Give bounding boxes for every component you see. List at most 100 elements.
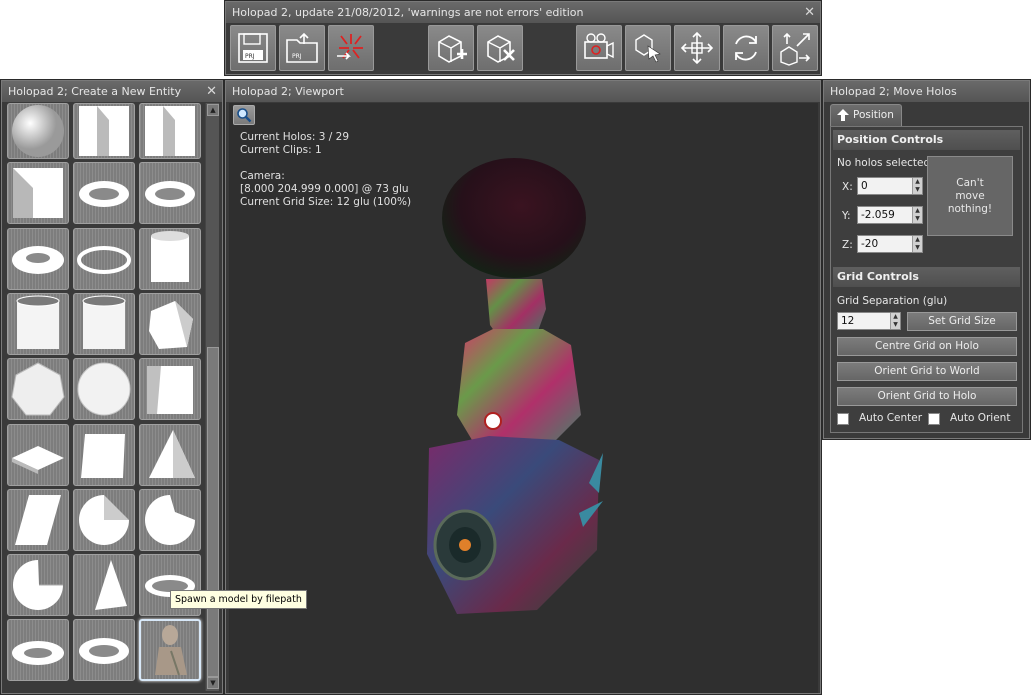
entity-button-tube[interactable] <box>73 292 135 355</box>
move-tool-button[interactable] <box>674 25 720 71</box>
select-tool-button[interactable] <box>625 25 671 71</box>
toolbar-window: Holopad 2, update 21/08/2012, 'warnings … <box>225 1 821 75</box>
tube-icon <box>82 295 126 349</box>
entity-button-sphere[interactable] <box>7 103 69 159</box>
spin-arrows-icon[interactable]: ▲ ▼ <box>912 207 922 223</box>
entity-window-title: Holopad 2; Create a New Entity <box>8 85 182 98</box>
entity-button-prism[interactable] <box>7 423 69 486</box>
centre-grid-button[interactable]: Centre Grid on Holo <box>837 337 1017 356</box>
viewport-canvas[interactable]: Current Holos: 3 / 29 Current Clips: 1 C… <box>229 103 818 693</box>
z-spinbox[interactable]: -20 ▲ ▼ <box>857 235 923 253</box>
set-grid-size-button[interactable]: Set Grid Size <box>907 312 1017 331</box>
torus-small-icon <box>12 641 64 666</box>
auto-orient-checkbox[interactable] <box>928 413 940 425</box>
orient-grid-world-button[interactable]: Orient Grid to World <box>837 362 1017 381</box>
new-project-button[interactable] <box>328 25 374 71</box>
cone-icon <box>95 560 127 611</box>
viewport-window-title: Holopad 2; Viewport <box>232 85 344 98</box>
move-holos-window-titlebar[interactable]: Holopad 2; Move Holos <box>824 81 1029 102</box>
spawn-model-tooltip: Spawn a model by filepath <box>170 590 307 609</box>
spin-arrows-icon[interactable]: ▲ ▼ <box>912 236 922 252</box>
wedge-cube-icon <box>147 366 193 415</box>
entity-button-cube-notch[interactable] <box>139 103 201 159</box>
icosphere-icon <box>11 362 65 416</box>
entity-button-quarter-sphere-large[interactable] <box>7 554 69 617</box>
entity-button-bust-model[interactable] <box>139 619 201 682</box>
entity-button-torus[interactable] <box>139 162 201 225</box>
scroll-down-arrow-icon[interactable]: ▼ <box>207 677 219 689</box>
entity-button-ring[interactable] <box>73 227 135 290</box>
rotate-tool-button[interactable] <box>723 25 769 71</box>
entity-button-dodecasphere[interactable] <box>73 358 135 421</box>
spin-arrows-icon[interactable]: ▲ ▼ <box>912 178 922 194</box>
toolbar-window-titlebar[interactable]: Holopad 2, update 21/08/2012, 'warnings … <box>226 2 820 23</box>
quarter-sphere-large-icon <box>13 560 63 611</box>
holo-model-render[interactable] <box>229 103 818 693</box>
x-spinbox[interactable]: 0 ▲ ▼ <box>857 177 923 195</box>
entity-button-cylinder[interactable] <box>139 227 201 290</box>
clip-camera-button[interactable] <box>576 25 622 71</box>
y-spinbox[interactable]: -2.059 ▲ ▼ <box>857 206 923 224</box>
delete-holo-button[interactable] <box>477 25 523 71</box>
open-project-button[interactable]: PRJ <box>279 25 325 71</box>
z-label: Z: <box>842 239 853 251</box>
cant-move-label: Can't move nothing! <box>947 176 993 215</box>
new-spark-icon <box>337 34 363 60</box>
cube-add-icon <box>438 35 467 63</box>
entity-window-titlebar[interactable]: Holopad 2; Create a New Entity ✕ <box>2 81 222 102</box>
entity-button-cone[interactable] <box>73 554 135 617</box>
x-value: 0 <box>861 180 868 192</box>
viewport-window: Holopad 2; Viewport Current Holos: 3 / 2… <box>225 80 821 694</box>
auto-center-label: Auto Center <box>859 412 923 424</box>
entity-button-quarter-sphere[interactable] <box>139 488 201 551</box>
scale-tool-button[interactable] <box>772 25 818 71</box>
entity-button-cube-wedge[interactable] <box>7 162 69 225</box>
auto-center-checkbox[interactable] <box>837 413 849 425</box>
entity-button-hexagon-cube[interactable] <box>139 292 201 355</box>
entity-button-torus[interactable] <box>73 619 135 682</box>
bust-model-icon <box>155 625 187 676</box>
save-project-button[interactable]: PRJ <box>230 25 276 71</box>
prism-icon <box>12 445 64 474</box>
grid-separation-spinbox[interactable]: 12 ▲ ▼ <box>837 312 901 330</box>
move-holos-window: Holopad 2; Move Holos Position Position … <box>823 80 1030 439</box>
torus-icon <box>145 181 195 208</box>
position-panel: Position Controls No holos selected! X: … <box>830 126 1023 433</box>
z-value: -20 <box>861 238 879 250</box>
viewport-window-titlebar[interactable]: Holopad 2; Viewport <box>226 81 820 102</box>
close-icon[interactable]: ✕ <box>206 81 217 102</box>
entity-button-half-sphere[interactable] <box>73 488 135 551</box>
position-controls-header: Position Controls <box>833 130 1020 150</box>
quarter-sphere-icon <box>145 494 195 545</box>
scroll-up-arrow-icon[interactable]: ▲ <box>207 104 219 116</box>
auto-orient-label: Auto Orient <box>950 412 1011 424</box>
entity-button-tube[interactable] <box>7 292 69 355</box>
spin-arrows-icon[interactable]: ▲ ▼ <box>890 313 900 329</box>
main-toolbar: PRJ PRJ <box>230 25 818 72</box>
toolbar-window-title: Holopad 2, update 21/08/2012, 'warnings … <box>232 6 584 19</box>
entity-button-torus[interactable] <box>73 162 135 225</box>
add-holo-button[interactable] <box>428 25 474 71</box>
dodecasphere-icon <box>77 362 131 416</box>
cube-notch-icon <box>79 106 129 156</box>
orient-grid-holo-button[interactable]: Orient Grid to Holo <box>837 387 1017 406</box>
close-icon[interactable]: ✕ <box>804 2 815 23</box>
pyramid-icon <box>149 429 195 478</box>
entity-button-pyramid[interactable] <box>139 423 201 486</box>
entity-button-torus-small[interactable] <box>7 619 69 682</box>
tab-position[interactable]: Position <box>830 104 902 126</box>
cube-notch-icon <box>145 106 195 156</box>
entity-button-cube-notch[interactable] <box>73 103 135 159</box>
cant-move-button[interactable]: Can't move nothing! <box>927 156 1013 236</box>
entity-button-wedge[interactable] <box>7 488 69 551</box>
no-holos-selected-text: No holos selected! <box>837 157 935 169</box>
sphere-icon <box>12 105 64 157</box>
floppy-save-icon: PRJ <box>238 33 268 63</box>
tab-position-label: Position <box>853 109 894 121</box>
entity-button-wedge-cube[interactable] <box>139 358 201 421</box>
y-value: -2.059 <box>861 209 895 221</box>
scroll-thumb[interactable] <box>207 347 219 677</box>
entity-button-cube[interactable] <box>73 423 135 486</box>
entity-button-torus-thick[interactable] <box>7 227 69 290</box>
entity-button-icosphere[interactable] <box>7 358 69 421</box>
